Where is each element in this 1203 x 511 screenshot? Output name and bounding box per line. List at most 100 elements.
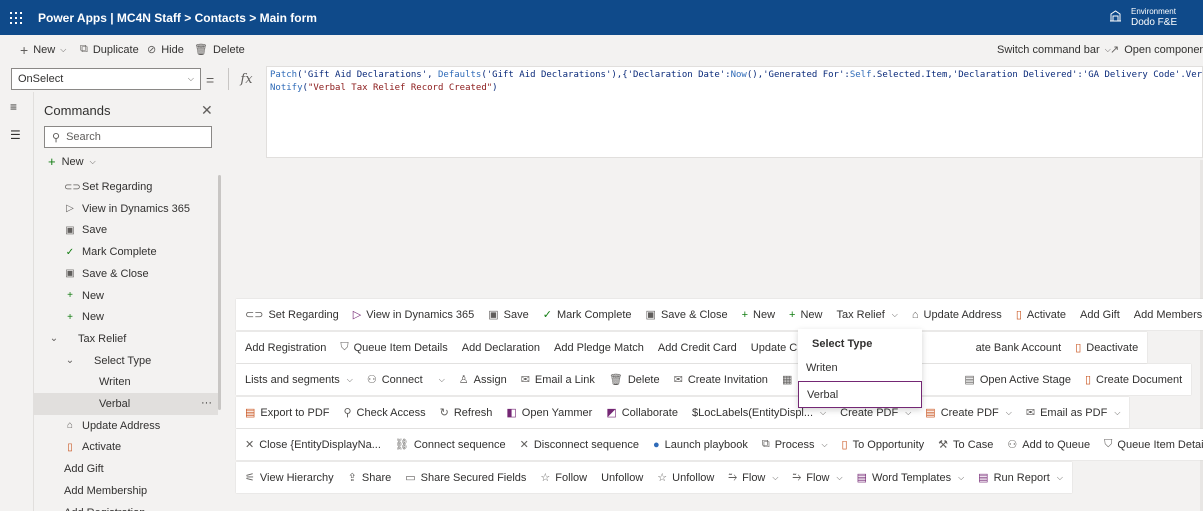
command-button[interactable]: ◧ Open Yammer	[499, 397, 599, 428]
command-button[interactable]: ▣ Save & Close	[639, 299, 735, 330]
command-button[interactable]: ⚲ Check Access	[336, 397, 432, 428]
app-title: Power Apps | MC4N Staff > Contacts > Mai…	[38, 11, 317, 25]
duplicate-button[interactable]: ⧉ Duplicate	[80, 35, 139, 64]
tree-item[interactable]: Writen	[34, 371, 218, 393]
command-button[interactable]: Add Pledge Match	[547, 332, 651, 363]
command-button[interactable]: 🗑 Delete	[602, 364, 667, 395]
command-button[interactable]: ⌂ Update Address	[905, 299, 1009, 330]
tree-item[interactable]: ▯ Activate	[34, 436, 218, 458]
search-input[interactable]: ⚲ Search	[44, 126, 212, 148]
command-button[interactable]: ▤ Open Active Stage	[957, 364, 1078, 395]
tree-item[interactable]: Verbal ···	[34, 393, 218, 415]
fx-icon[interactable]: fx	[228, 68, 264, 90]
panel-new-button[interactable]: + New ⌵	[48, 154, 96, 169]
command-button[interactable]: ▯ Create Document	[1078, 364, 1189, 395]
flyout-item-verbal[interactable]: Verbal	[798, 381, 922, 408]
hide-button[interactable]: ⊘ Hide	[147, 35, 184, 64]
chevron-down-icon[interactable]: ⌄	[48, 333, 60, 344]
more-options-icon[interactable]: ···	[201, 397, 212, 409]
delete-button[interactable]: 🗑 Delete	[194, 35, 245, 64]
command-button[interactable]: Add Declaration	[455, 332, 547, 363]
tree-item[interactable]: Add Registration	[34, 502, 218, 511]
tree-item[interactable]: ▣ Save	[34, 219, 218, 241]
property-dropdown[interactable]: OnSelect ⌵	[11, 68, 201, 90]
command-button[interactable]: ate Bank Account	[969, 332, 1069, 363]
command-button[interactable]: ✉ Email as PDF ⌵	[1019, 397, 1128, 428]
command-button[interactable]: ⛉ Queue Item Details	[1097, 429, 1203, 460]
command-button[interactable]: ▯ Activate	[1009, 299, 1073, 330]
command-button[interactable]: Tax Relief ⌵	[830, 299, 905, 330]
command-button[interactable]: ✕ Disconnect sequence	[513, 429, 646, 460]
command-button[interactable]: ▤ Run Report ⌵	[971, 462, 1070, 493]
command-button[interactable]: Add Registration	[238, 332, 333, 363]
command-button[interactable]: ▤ Word Templates ⌵	[850, 462, 972, 493]
command-button[interactable]: Unfollow	[594, 462, 650, 493]
tree-item[interactable]: ▷ View in Dynamics 365	[34, 198, 218, 220]
command-button[interactable]: ☆ Unfollow	[650, 462, 721, 493]
command-button[interactable]: Add Credit Card	[651, 332, 744, 363]
command-button[interactable]: ♙ Assign	[452, 364, 514, 395]
command-button[interactable]: ▷ View in Dynamics 365	[346, 299, 481, 330]
chevron-down-icon: ⌵	[820, 407, 827, 417]
open-component-button[interactable]: ↗ Open component	[1110, 35, 1203, 64]
command-button[interactable]: + New	[782, 299, 829, 330]
panel-scrollbar[interactable]	[218, 175, 221, 410]
app-launcher-icon[interactable]	[10, 12, 22, 24]
command-button[interactable]: ● Launch playbook	[646, 429, 755, 460]
hamburger-icon[interactable]: ≡	[10, 100, 17, 114]
tree-item[interactable]: ⌄ Tax Relief	[34, 328, 218, 350]
command-button[interactable]: ▭ Share Secured Fields	[398, 462, 533, 493]
command-button[interactable]: ↻ Refresh	[433, 397, 500, 428]
command-button[interactable]: ⚇ Connect	[360, 364, 430, 395]
formula-editor[interactable]: Patch('Gift Aid Declarations', Defaults(…	[266, 66, 1203, 158]
command-label: Unfollow	[672, 471, 715, 484]
command-button[interactable]: ⛓ Connect sequence	[388, 429, 513, 460]
command-button[interactable]: ✉ Create Invitation	[667, 364, 775, 395]
command-button[interactable]: ✓ Mark Complete	[536, 299, 639, 330]
command-button[interactable]: + New	[735, 299, 782, 330]
command-button[interactable]: ✉ Email a Link	[514, 364, 602, 395]
tree-item[interactable]: ▣ Save & Close	[34, 263, 218, 285]
command-button[interactable]: ⚟ View Hierarchy	[238, 462, 341, 493]
tree-item[interactable]: ⊂⊃ Set Regarding	[34, 176, 218, 198]
command-button[interactable]: ✕ Close {EntityDisplayNa...	[238, 429, 388, 460]
command-button[interactable]: ⚒ To Case	[931, 429, 1000, 460]
command-button[interactable]: ☆ Follow	[533, 462, 594, 493]
command-button[interactable]: ▯ Deactivate	[1068, 332, 1145, 363]
command-button[interactable]: Lists and segments ⌵	[238, 364, 360, 395]
tree-item[interactable]: Add Gift	[34, 458, 218, 480]
command-button[interactable]: ◩ Collaborate	[599, 397, 685, 428]
flyout-item-writen[interactable]: Writen	[806, 362, 838, 374]
chevron-down-icon[interactable]: ⌄	[64, 355, 76, 366]
command-button[interactable]: ▤ Export to PDF	[238, 397, 336, 428]
command-button[interactable]: ▣ Save	[481, 299, 535, 330]
tree-item[interactable]: + New	[34, 285, 218, 307]
save-icon: ▣	[488, 309, 499, 321]
switch-command-bar-button[interactable]: Switch command bar ⌵	[997, 35, 1111, 64]
close-icon[interactable]: ✕	[201, 102, 213, 119]
command-button[interactable]: ⚇ Add to Queue	[1000, 429, 1097, 460]
command-button[interactable]: ▯ To Opportunity	[835, 429, 932, 460]
command-button[interactable]: ⥲ Flow ⌵	[785, 462, 849, 493]
command-button[interactable]: ⥲ Flow ⌵	[721, 462, 785, 493]
command-button[interactable]: ⌵	[430, 364, 452, 395]
command-button[interactable]: ⇪ Share	[341, 462, 399, 493]
new-label: New	[33, 43, 56, 56]
tree-item[interactable]: Add Membership	[34, 480, 218, 502]
command-button[interactable]: ⊂⊃ Set Regarding	[238, 299, 346, 330]
code-token: Defaults	[437, 70, 482, 80]
new-button[interactable]: + New ⌵	[20, 35, 66, 64]
tree-item[interactable]: ✓ Mark Complete	[34, 241, 218, 263]
tree-view-icon[interactable]: ☰	[10, 128, 21, 142]
command-button[interactable]: ⧉ Process ⌵	[755, 429, 835, 460]
tree-item[interactable]: ⌂ Update Address	[34, 415, 218, 437]
command-button[interactable]: ⛉ Queue Item Details	[333, 332, 454, 363]
environment-picker[interactable]: Environment Dodo F&E	[1109, 6, 1177, 28]
tree-item[interactable]: ⌄ Select Type	[34, 350, 218, 372]
command-button[interactable]: Add Membership	[1127, 299, 1203, 330]
command-button[interactable]: ▤ Create PDF ⌵	[918, 397, 1019, 428]
tree-item[interactable]: + New	[34, 306, 218, 328]
command-button[interactable]: Add Gift	[1073, 299, 1127, 330]
tree-item-label: Add Membership	[64, 484, 148, 497]
tree-item-label: Update Address	[82, 419, 161, 432]
